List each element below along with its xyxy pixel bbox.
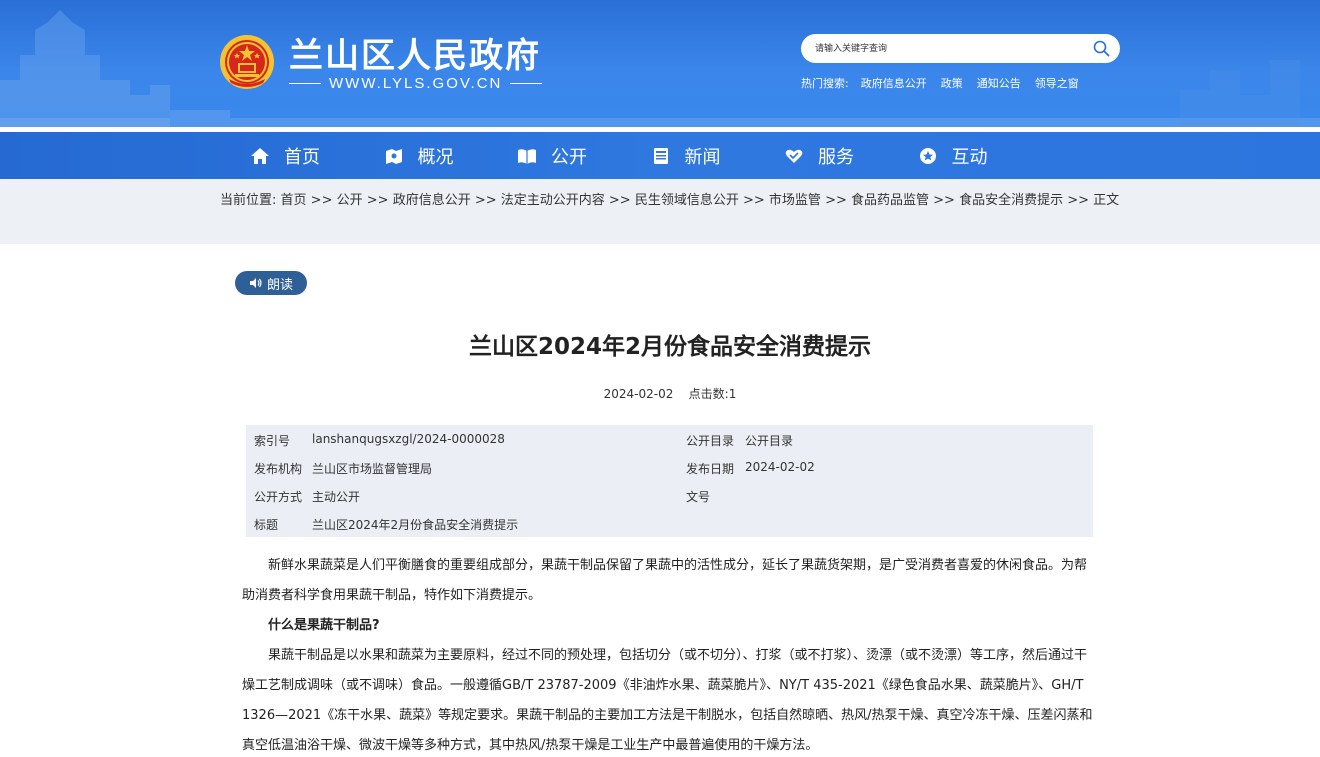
- nav-item-label: 新闻: [684, 146, 721, 168]
- breadcrumb-separator: >>: [738, 193, 769, 208]
- breadcrumb-separator: >>: [1063, 193, 1094, 208]
- hits-label: 点击数:: [688, 387, 729, 401]
- url-right-rule: [510, 82, 543, 84]
- breadcrumb-item-livelihood[interactable]: 民生领域信息公开: [635, 193, 739, 208]
- news-icon: [653, 147, 668, 164]
- nav-item-label: 互动: [951, 146, 988, 168]
- nav-item-home[interactable]: 首页: [250, 132, 384, 179]
- breadcrumb-item-current: 正文: [1093, 193, 1120, 208]
- hot-link-info-disclosure[interactable]: 政府信息公开: [861, 75, 927, 91]
- nav-item-service[interactable]: 服务: [784, 132, 918, 179]
- info-key: 发布日期: [686, 462, 735, 476]
- article-title: 兰山区2024年2月份食品安全消费提示: [468, 334, 872, 360]
- breadcrumb-separator: >>: [929, 193, 960, 208]
- hot-search-label: 热门搜索:: [801, 77, 849, 90]
- info-row: 公开方式 主动公开 文号: [246, 481, 1093, 509]
- breadcrumb-separator: >>: [362, 193, 393, 208]
- breadcrumb: 当前位置: 首页 >> 公开 >> 政府信息公开 >> 法定主动公开内容 >> …: [220, 185, 1120, 217]
- article-body: 新鲜水果蔬菜是人们平衡膳食的重要组成部分，果蔬干制品保留了果蔬中的活性成分，延长…: [242, 551, 1094, 757]
- url-left-rule: [289, 82, 321, 84]
- article-subheading: 什么是果蔬干制品?: [268, 618, 380, 633]
- nav-item-interaction[interactable]: 互动: [918, 132, 1052, 179]
- breadcrumb-bar: 当前位置: 首页 >> 公开 >> 政府信息公开 >> 法定主动公开内容 >> …: [0, 179, 1320, 244]
- site-header: 兰山区人民政府 WWW.LYLS.GOV.CN 热门搜索: 政府信息公开 政策 …: [0, 0, 1320, 127]
- info-row: 标题 兰山区2024年2月份食品安全消费提示: [246, 509, 1093, 537]
- info-row: 发布机构 兰山区市场监督管理局 发布日期 2024-02-02: [246, 453, 1093, 481]
- info-row: 索引号 lanshanqugsxzgl/2024-0000028 公开目录 公开…: [246, 425, 1093, 453]
- hot-link-leaders[interactable]: 领导之窗: [1035, 75, 1079, 91]
- article-info-table: 索引号 lanshanqugsxzgl/2024-0000028 公开目录 公开…: [246, 425, 1093, 537]
- nav-item-overview[interactable]: 概况: [384, 132, 518, 179]
- search-input[interactable]: [815, 40, 1085, 58]
- nav-item-news[interactable]: 新闻: [651, 132, 785, 179]
- breadcrumb-item-food-drug[interactable]: 食品药品监管: [851, 193, 929, 208]
- info-value: 兰山区2024年2月份食品安全消费提示: [312, 518, 519, 532]
- article-paragraph: 果蔬干制品是以水果和蔬菜为主要原料，经过不同的预处理，包括切分（或不切分）、打浆…: [242, 648, 1093, 753]
- info-key: 公开目录: [686, 434, 735, 448]
- info-value: 2024-02-02: [745, 460, 815, 474]
- hot-link-notices[interactable]: 通知公告: [977, 75, 1021, 91]
- article-paragraph: 新鲜水果蔬菜是人们平衡膳食的重要组成部分，果蔬干制品保留了果蔬中的活性成分，延长…: [242, 558, 1088, 603]
- breadcrumb-prefix: 当前位置:: [220, 193, 277, 208]
- book-icon: [518, 148, 536, 164]
- info-key: 文号: [686, 490, 711, 504]
- breadcrumb-item-market[interactable]: 市场监管: [769, 193, 821, 208]
- chat-icon: [919, 147, 936, 164]
- info-value: 公开目录: [745, 434, 794, 448]
- site-url-row: WWW.LYLS.GOV.CN: [289, 73, 543, 93]
- service-icon: [785, 149, 803, 163]
- search-box: [801, 34, 1120, 63]
- nav-item-label: 服务: [818, 146, 854, 168]
- nav-item-disclosure[interactable]: 公开: [517, 132, 651, 179]
- national-emblem-icon: [220, 35, 274, 89]
- info-key: 索引号: [254, 434, 291, 448]
- info-key: 公开方式: [254, 490, 303, 504]
- site-url: WWW.LYLS.GOV.CN: [329, 74, 503, 92]
- info-value: 兰山区市场监督管理局: [312, 462, 433, 476]
- speaker-icon: [249, 278, 262, 288]
- read-aloud-button[interactable]: 朗读: [235, 271, 307, 295]
- main-nav: 首页 概况 公开 新闻 服务 互动: [0, 132, 1320, 179]
- info-key: 发布机构: [254, 462, 303, 476]
- hot-link-policy[interactable]: 政策: [941, 75, 963, 91]
- hits-count: 1: [728, 387, 737, 401]
- article-meta: 2024-02-02 点击数:1: [220, 385, 1120, 402]
- info-value: 主动公开: [312, 490, 361, 504]
- site-title[interactable]: 兰山区人民政府: [289, 28, 541, 77]
- nav-item-label: 概况: [417, 146, 454, 168]
- breadcrumb-item-food-safety[interactable]: 食品安全消费提示: [959, 193, 1063, 208]
- breadcrumb-separator: >>: [604, 193, 635, 208]
- breadcrumb-separator: >>: [470, 193, 501, 208]
- nav-item-label: 公开: [551, 146, 587, 168]
- search-icon[interactable]: [1093, 40, 1110, 57]
- breadcrumb-item-home[interactable]: 首页: [281, 193, 307, 208]
- breadcrumb-item-statutory[interactable]: 法定主动公开内容: [501, 193, 605, 208]
- read-aloud-label: 朗读: [266, 276, 293, 292]
- breadcrumb-separator: >>: [820, 193, 851, 208]
- breadcrumb-item-disclosure[interactable]: 公开: [337, 193, 363, 208]
- info-key: 标题: [254, 518, 279, 532]
- overview-icon: [385, 148, 402, 164]
- breadcrumb-item-gov-info[interactable]: 政府信息公开: [393, 193, 471, 208]
- breadcrumb-separator: >>: [306, 193, 337, 208]
- article-date: 2024-02-02: [603, 387, 674, 401]
- info-value: lanshanqugsxzgl/2024-0000028: [312, 432, 505, 446]
- hot-search-row: 热门搜索: 政府信息公开 政策 通知公告 领导之窗: [801, 75, 1093, 91]
- nav-item-label: 首页: [284, 146, 320, 168]
- home-icon: [251, 147, 269, 164]
- city-skyline-background: [0, 10, 1320, 127]
